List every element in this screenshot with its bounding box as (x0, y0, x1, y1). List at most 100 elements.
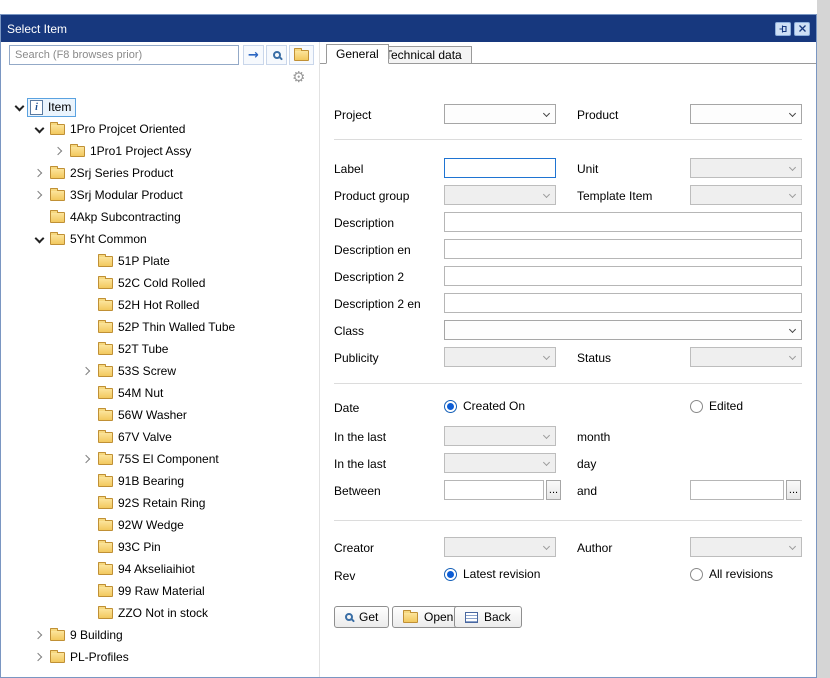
status-select[interactable] (690, 347, 802, 367)
close-icon[interactable] (794, 22, 810, 36)
description2-en-label: Description 2 en (334, 297, 421, 311)
in-last-day-select[interactable] (444, 453, 556, 473)
chevron-collapsed-icon[interactable] (31, 627, 47, 643)
all-revisions-radio[interactable]: All revisions (690, 566, 773, 582)
tree-item[interactable]: 2Srj Series Product (1, 162, 319, 184)
pin-icon[interactable] (775, 22, 791, 36)
tree-item[interactable]: PL-Profiles (1, 646, 319, 668)
separator (334, 139, 802, 140)
edited-radio[interactable]: Edited (690, 398, 743, 414)
chevron-collapsed-icon[interactable] (79, 451, 95, 467)
window-title: Select Item (7, 22, 67, 36)
tree-item[interactable]: 92S Retain Ring (1, 492, 319, 514)
chevron-collapsed-icon[interactable] (79, 363, 95, 379)
tree-item[interactable]: 54M Nut (1, 382, 319, 404)
tree-item-content: 1Pro Projcet Oriented (47, 120, 190, 138)
between-to-input[interactable] (690, 480, 784, 500)
search-icon[interactable] (266, 45, 287, 65)
chevron-collapsed-icon[interactable] (31, 165, 47, 181)
tree-item[interactable]: iItem (1, 96, 319, 118)
tree-item[interactable]: 92W Wedge (1, 514, 319, 536)
tree-item[interactable]: 51P Plate (1, 250, 319, 272)
creator-select[interactable] (444, 537, 556, 557)
chevron-expanded-icon[interactable] (11, 99, 27, 115)
between-to-picker-button[interactable]: ... (786, 480, 801, 500)
expander-spacer (31, 209, 47, 225)
chevron-expanded-icon[interactable] (31, 231, 47, 247)
search-input[interactable] (9, 45, 239, 65)
publicity-label: Publicity (334, 351, 379, 365)
product-select[interactable] (690, 104, 802, 124)
chevron-down-icon (543, 110, 550, 117)
go-arrow-icon[interactable]: → (243, 45, 264, 65)
tree-item[interactable]: 9 Building (1, 624, 319, 646)
radio-selected-icon (444, 400, 457, 413)
tree-item[interactable]: 56W Washer (1, 404, 319, 426)
tree-item-label: 92W Wedge (118, 518, 184, 532)
tree-item[interactable]: 52T Tube (1, 338, 319, 360)
tree-item[interactable]: 53S Screw (1, 360, 319, 382)
chevron-down-icon (543, 353, 550, 360)
description2-en-input[interactable] (444, 293, 802, 313)
chevron-collapsed-icon[interactable] (31, 187, 47, 203)
chevron-down-icon (789, 543, 796, 550)
tree-item-label: 9 Building (70, 628, 123, 642)
folder-icon (50, 652, 65, 663)
gear-icon[interactable]: ⚙ (292, 70, 305, 85)
tree-item[interactable]: 52H Hot Rolled (1, 294, 319, 316)
tree-item[interactable]: 99 Raw Material (1, 580, 319, 602)
tree-item[interactable]: 94 Akseliaihiot (1, 558, 319, 580)
tree-item[interactable]: 52C Cold Rolled (1, 272, 319, 294)
folder-icon (98, 542, 113, 553)
unit-select[interactable] (690, 158, 802, 178)
chevron-collapsed-icon[interactable] (51, 143, 67, 159)
tree-item-content: 9 Building (47, 626, 128, 644)
tree-item[interactable]: 1Pro Projcet Oriented (1, 118, 319, 140)
titlebar[interactable]: Select Item (1, 15, 816, 42)
tree-item[interactable]: 67V Valve (1, 426, 319, 448)
tree-item[interactable]: 4Akp Subcontracting (1, 206, 319, 228)
template-item-select[interactable] (690, 185, 802, 205)
get-button[interactable]: Get (334, 606, 389, 628)
tree-item-content: 67V Valve (95, 428, 177, 446)
tree-item-content: 75S El Component (95, 450, 224, 468)
tree-item[interactable]: 52P Thin Walled Tube (1, 316, 319, 338)
between-from-picker-button[interactable]: ... (546, 480, 561, 500)
browse-folder-icon[interactable] (289, 45, 314, 65)
tree-item-label: 75S El Component (118, 452, 219, 466)
separator (334, 520, 802, 521)
tree-item[interactable]: 3Srj Modular Product (1, 184, 319, 206)
folder-icon (98, 344, 113, 355)
tree-item[interactable]: 91B Bearing (1, 470, 319, 492)
description2-input[interactable] (444, 266, 802, 286)
tab-technical-data[interactable]: Technical data (375, 46, 472, 63)
chevron-expanded-icon[interactable] (31, 121, 47, 137)
project-select[interactable] (444, 104, 556, 124)
publicity-select[interactable] (444, 347, 556, 367)
between-from-input[interactable] (444, 480, 544, 500)
label-field-label: Label (334, 162, 363, 176)
author-label: Author (577, 541, 612, 555)
label-input[interactable] (444, 158, 556, 178)
tree-item[interactable]: 1Pro1 Project Assy (1, 140, 319, 162)
product-group-select[interactable] (444, 185, 556, 205)
search-icon (345, 613, 353, 621)
tree-item[interactable]: 5Yht Common (1, 228, 319, 250)
folder-icon (98, 322, 113, 333)
tree-panel: → ⚙ iItem 1Pro Projcet Oriented 1Pro1 Proj… (1, 42, 319, 677)
class-select[interactable] (444, 320, 802, 340)
tree-item[interactable]: ZZO Not in stock (1, 602, 319, 624)
description-en-input[interactable] (444, 239, 802, 259)
chevron-collapsed-icon[interactable] (31, 649, 47, 665)
tree-item[interactable]: 93C Pin (1, 536, 319, 558)
tab-general[interactable]: General (326, 44, 389, 64)
created-on-radio[interactable]: Created On (444, 398, 525, 414)
description-input[interactable] (444, 212, 802, 232)
author-select[interactable] (690, 537, 802, 557)
chevron-down-icon (543, 459, 550, 466)
tree-item[interactable]: 75S El Component (1, 448, 319, 470)
folder-icon (98, 432, 113, 443)
latest-revision-radio[interactable]: Latest revision (444, 566, 540, 582)
back-button[interactable]: Back (454, 606, 522, 628)
in-last-month-select[interactable] (444, 426, 556, 446)
